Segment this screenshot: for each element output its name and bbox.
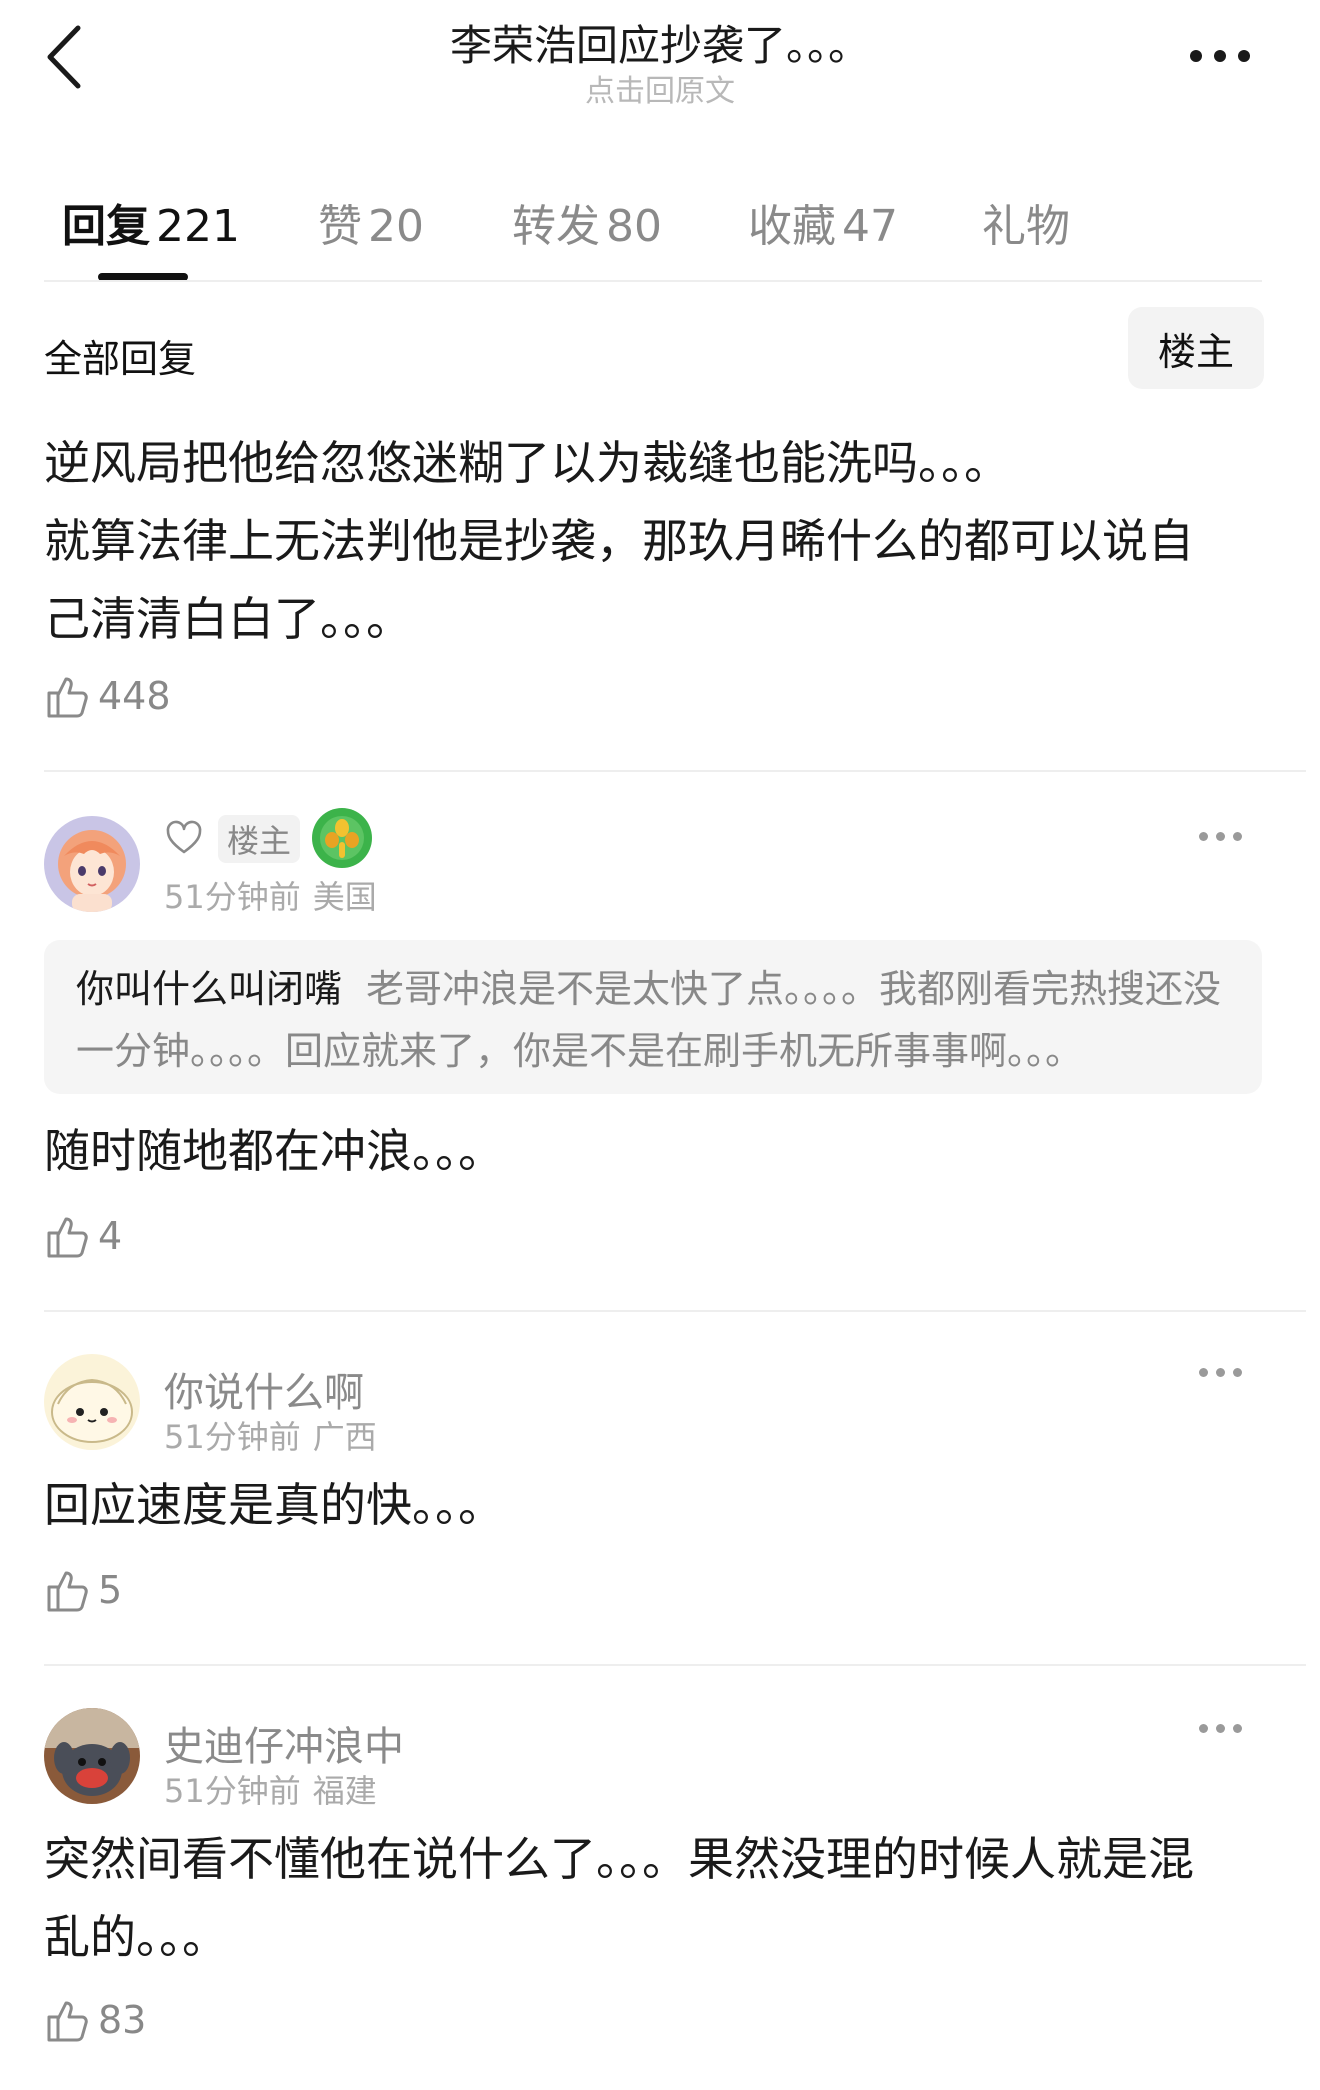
owner-badge: 楼主 (218, 815, 300, 863)
tab-likes[interactable]: 赞 20 (318, 190, 424, 254)
reply-meta: 51分钟前 福建 (164, 1766, 377, 1812)
level-badge-icon (312, 808, 372, 868)
reply-like-button[interactable]: 83 (44, 1996, 146, 2044)
like-count: 83 (98, 1998, 147, 2042)
tabs-divider (44, 280, 1262, 282)
reply-time: 51分钟前 (164, 1418, 301, 1456)
reply-text: 随时随地都在冲浪。。。 (44, 1124, 504, 1178)
owner-only-filter-button[interactable]: 楼主 (1128, 307, 1264, 389)
quoted-reply-text: 你叫什么叫闭嘴 老哥冲浪是不是太快了点。。。。我都刚看完热搜还没一分钟。。。。回应… (76, 958, 1236, 1082)
tab-reposts-label: 转发 (512, 201, 600, 252)
tab-likes-count: 20 (368, 201, 424, 252)
stitch-avatar-image (44, 1708, 140, 1804)
view-original-link[interactable]: 点击回原文 (0, 66, 1320, 110)
reply-more-icon[interactable] (1162, 826, 1242, 846)
tab-reposts[interactable]: 转发 80 (512, 190, 662, 254)
tab-replies-count: 221 (156, 201, 240, 252)
thumbs-up-icon (47, 1217, 88, 1258)
reply-like-button[interactable]: 5 (44, 1566, 122, 1614)
tab-likes-label: 赞 (318, 201, 362, 252)
reply-location: 福建 (312, 1772, 377, 1810)
reply-more-icon[interactable] (1162, 1718, 1242, 1738)
reply-text: 突然间看不懂他在说什么了。。。果然没理的时候人就是混 乱的。。。 (44, 1820, 1274, 1976)
tab-replies[interactable]: 回复 221 (62, 190, 240, 254)
reply-meta: 51分钟前 美国 (164, 872, 377, 918)
reply-text-line: 突然间看不懂他在说什么了。。。果然没理的时候人就是混 (44, 1832, 1194, 1886)
like-count: 4 (98, 1214, 123, 1258)
like-count: 5 (98, 1568, 123, 1612)
tab-favorites-count: 47 (842, 201, 898, 252)
tab-replies-label: 回复 (62, 201, 150, 252)
main-post-text: 逆风局把他给忽悠迷糊了以为裁缝也能洗吗。。。 就算法律上无法判他是抄袭，那玖月晞… (44, 424, 1274, 658)
avatar[interactable] (44, 1354, 140, 1450)
reply-text-line: 乱的。。。 (44, 1910, 228, 1964)
tab-favorites[interactable]: 收藏 47 (748, 190, 898, 254)
dumpling-avatar-image (44, 1354, 140, 1450)
main-post-line: 己清清白白了。。。 (44, 592, 412, 646)
thumbs-up-icon (47, 1571, 88, 1612)
heart-outline-icon[interactable] (164, 818, 204, 858)
divider (44, 1310, 1306, 1312)
tab-gifts[interactable]: 礼物 (982, 190, 1070, 254)
reply-more-icon[interactable] (1162, 1362, 1242, 1382)
reply-time: 51分钟前 (164, 878, 301, 916)
avatar[interactable] (44, 1708, 140, 1804)
thumbs-up-icon (47, 677, 88, 718)
reply-like-button[interactable]: 4 (44, 1212, 122, 1260)
quoted-user-name[interactable]: 你叫什么叫闭嘴 (76, 967, 342, 1011)
thumbs-up-icon (47, 2001, 88, 2042)
divider (44, 770, 1306, 772)
tab-favorites-label: 收藏 (748, 201, 836, 252)
main-post-like-button[interactable]: 448 (44, 672, 171, 720)
anime-girl-avatar-image (44, 816, 140, 912)
reply-meta: 51分钟前 广西 (164, 1412, 377, 1458)
tab-gifts-label: 礼物 (982, 201, 1070, 252)
page-title: 李荣浩回应抄袭了。。。 (449, 21, 870, 70)
reply-location: 广西 (312, 1418, 377, 1456)
tab-reposts-count: 80 (606, 201, 662, 252)
all-replies-label: 全部回复 (44, 337, 197, 381)
divider (44, 1664, 1306, 1666)
main-post-line: 逆风局把他给忽悠迷糊了以为裁缝也能洗吗。。。 (44, 436, 1010, 490)
reply-text: 回应速度是真的快。。。 (44, 1478, 504, 1532)
avatar[interactable] (44, 816, 140, 912)
main-post-line: 就算法律上无法判他是抄袭，那玖月晞什么的都可以说自 (44, 514, 1194, 568)
user-name[interactable]: 你说什么啊 (164, 1360, 364, 1418)
reply-time: 51分钟前 (164, 1772, 301, 1810)
more-icon[interactable] (1150, 36, 1250, 76)
reply-location: 美国 (312, 878, 377, 916)
user-name[interactable]: 史迪仔冲浪中 (164, 1714, 404, 1772)
like-count: 448 (98, 674, 171, 718)
